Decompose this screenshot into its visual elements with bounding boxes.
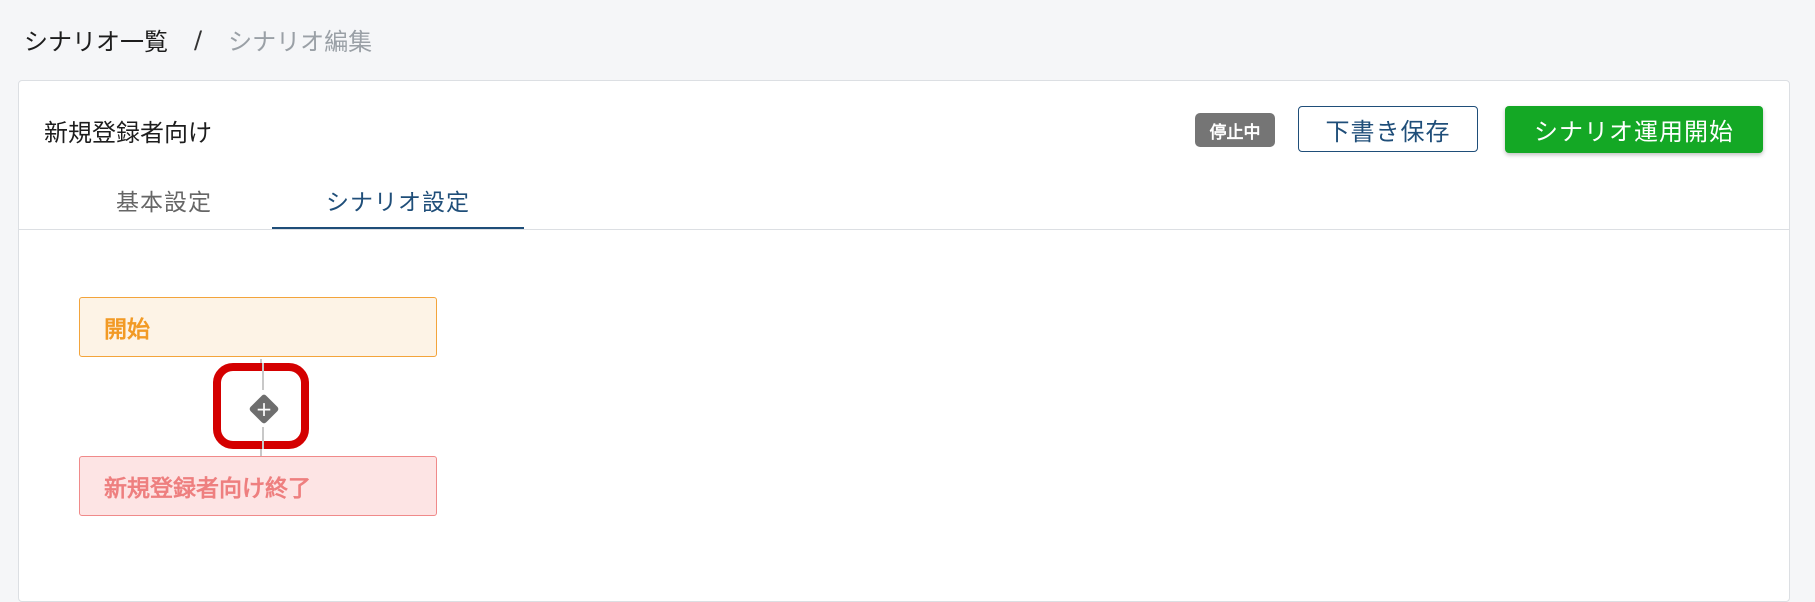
connector-top xyxy=(262,363,264,390)
breadcrumb: シナリオ一覧 / シナリオ編集 xyxy=(24,22,372,57)
scenario-name: 新規登録者向け xyxy=(44,119,212,147)
tab-bar: 基本設定 シナリオ設定 xyxy=(19,181,1789,230)
flow-node-start[interactable]: 開始 xyxy=(79,297,437,357)
draft-save-button[interactable]: 下書き保存 xyxy=(1298,106,1478,152)
flow-node-start-label: 開始 xyxy=(104,317,150,343)
start-scenario-button[interactable]: シナリオ運用開始 xyxy=(1505,106,1763,153)
breadcrumb-separator: / xyxy=(194,25,203,54)
breadcrumb-current: シナリオ編集 xyxy=(228,28,373,56)
flow-node-end-label: 新規登録者向け終了 xyxy=(104,476,311,502)
add-step-highlight: + xyxy=(213,363,309,449)
flow-node-end[interactable]: 新規登録者向け終了 xyxy=(79,456,437,516)
tab-basic-settings[interactable]: 基本設定 xyxy=(79,181,249,229)
add-step-button[interactable] xyxy=(248,393,280,425)
tab-scenario-settings[interactable]: シナリオ設定 xyxy=(272,181,524,229)
breadcrumb-scenario-list[interactable]: シナリオ一覧 xyxy=(24,22,168,57)
status-badge: 停止中 xyxy=(1195,113,1275,147)
scenario-editor-card: 新規登録者向け 停止中 下書き保存 シナリオ運用開始 基本設定 シナリオ設定 開… xyxy=(18,80,1790,602)
connector-bottom xyxy=(262,427,264,449)
